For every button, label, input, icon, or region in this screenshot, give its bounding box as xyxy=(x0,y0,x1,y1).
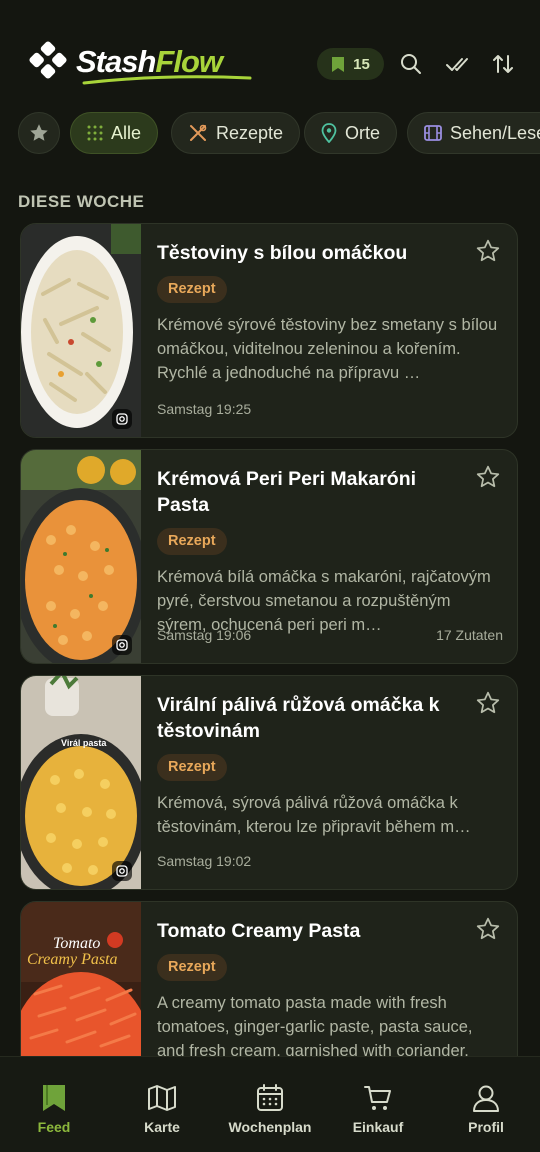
filter-recipes-label: Rezepte xyxy=(216,122,284,143)
card-description: Krémové sýrové těstoviny bez smetany s b… xyxy=(157,316,498,382)
nav-shopping[interactable]: Einkauf xyxy=(324,1057,432,1152)
card-title: Těstoviny s bílou omáčkou xyxy=(157,242,408,264)
card-body: Krémová Peri Peri Makaróni Pasta Rezept … xyxy=(157,466,503,637)
card-thumbnail[interactable] xyxy=(21,450,141,663)
search-icon[interactable] xyxy=(399,52,423,76)
card-description: Krémová, sýrová pálivá růžová omáčka k t… xyxy=(157,794,471,836)
calendar-icon xyxy=(257,1084,283,1111)
filter-recipes[interactable]: Rezepte xyxy=(171,112,301,154)
category-badge: Rezept xyxy=(157,528,227,555)
app-header: StashFlow 15 xyxy=(0,0,540,110)
pasta-image xyxy=(21,224,141,437)
filter-watch-read-label: Sehen/Lesen xyxy=(450,122,540,143)
star-icon[interactable] xyxy=(475,464,501,490)
category-badge: Rezept xyxy=(157,754,227,781)
pasta-image: Virál pasta xyxy=(21,676,141,889)
card-title: Virální pálivá růžová omáčka k těstoviná… xyxy=(157,694,440,742)
card-body: Těstoviny s bílou omáčkou Rezept Krémové… xyxy=(157,240,503,385)
nav-feed-label: Feed xyxy=(37,1119,71,1135)
card-thumbnail[interactable]: Virál pasta xyxy=(21,676,141,889)
card-title: Tomato Creamy Pasta xyxy=(157,920,361,942)
instagram-icon xyxy=(112,861,132,881)
category-badge: Rezept xyxy=(157,276,227,303)
stashflow-logo-icon xyxy=(29,41,67,79)
card-thumbnail[interactable] xyxy=(21,224,141,437)
nav-profile[interactable]: Profil xyxy=(432,1057,540,1152)
card-meta: Samstag 19:06 17 Zutaten xyxy=(157,627,503,643)
user-icon xyxy=(473,1085,499,1112)
feed-card[interactable]: Virál pasta Virální pálivá růžová omáčka… xyxy=(20,675,518,890)
thumb-caption: Virál pasta xyxy=(61,738,107,748)
card-body: Tomato Creamy Pasta Rezept A creamy toma… xyxy=(157,918,503,1063)
pasta-image xyxy=(21,450,141,663)
card-ingredients: 17 Zutaten xyxy=(436,627,503,643)
filter-places[interactable]: Orte xyxy=(304,112,398,154)
section-title: DIESE WOCHE xyxy=(18,192,145,211)
card-time: Samstag 19:25 xyxy=(157,401,252,417)
filter-bar: Alle Rezepte Orte Sehen/Lesen xyxy=(0,110,540,156)
star-icon xyxy=(30,124,48,141)
nav-map[interactable]: Karte xyxy=(108,1057,216,1152)
nav-weekplan[interactable]: Wochenplan xyxy=(216,1057,324,1152)
sort-icon[interactable] xyxy=(491,52,515,76)
location-pin-icon xyxy=(321,123,337,143)
thumb-caption-line2: Creamy Pasta xyxy=(27,951,118,968)
card-meta: Samstag 19:02 xyxy=(157,853,503,869)
filter-all-label: Alle xyxy=(111,122,142,143)
thumb-caption-line1: Tomato xyxy=(53,935,100,952)
card-body: Virální pálivá růžová omáčka k těstoviná… xyxy=(157,692,503,839)
nav-feed[interactable]: Feed xyxy=(0,1057,108,1152)
bottom-navigation: Feed Karte Wochenplan Einkauf Profil xyxy=(0,1056,540,1152)
nav-map-label: Karte xyxy=(144,1119,180,1135)
feed-card[interactable]: Těstoviny s bílou omáčkou Rezept Krémové… xyxy=(20,223,518,438)
card-time: Samstag 19:02 xyxy=(157,853,252,869)
film-icon xyxy=(424,125,442,141)
card-time: Samstag 19:06 xyxy=(157,627,252,643)
card-description: A creamy tomato pasta made with fresh to… xyxy=(157,994,473,1060)
nav-profile-label: Profil xyxy=(468,1119,504,1135)
category-badge: Rezept xyxy=(157,954,227,981)
filter-favorites[interactable] xyxy=(18,112,60,154)
saved-count: 15 xyxy=(353,55,370,73)
brand-swoosh-icon xyxy=(82,75,252,85)
instagram-icon xyxy=(112,635,132,655)
cart-icon xyxy=(364,1086,391,1110)
map-icon xyxy=(148,1085,176,1111)
grid-icon xyxy=(87,125,103,141)
utensils-icon xyxy=(190,124,207,141)
nav-weekplan-label: Wochenplan xyxy=(228,1119,312,1135)
star-icon[interactable] xyxy=(475,690,501,716)
instagram-icon xyxy=(112,409,132,429)
card-title: Krémová Peri Peri Makaróni Pasta xyxy=(157,468,417,516)
double-check-icon[interactable] xyxy=(445,52,469,76)
star-icon[interactable] xyxy=(475,916,501,942)
nav-shopping-label: Einkauf xyxy=(352,1119,404,1135)
filter-places-label: Orte xyxy=(345,122,381,143)
feed-card[interactable]: Krémová Peri Peri Makaróni Pasta Rezept … xyxy=(20,449,518,664)
saved-count-button[interactable]: 15 xyxy=(317,48,384,80)
filter-watch-read[interactable]: Sehen/Lesen xyxy=(407,112,540,154)
card-meta: Samstag 19:25 xyxy=(157,401,503,417)
filter-all[interactable]: Alle xyxy=(70,112,159,154)
star-icon[interactable] xyxy=(475,238,501,264)
bookmark-icon xyxy=(332,56,345,72)
bookmark-icon xyxy=(43,1085,65,1111)
